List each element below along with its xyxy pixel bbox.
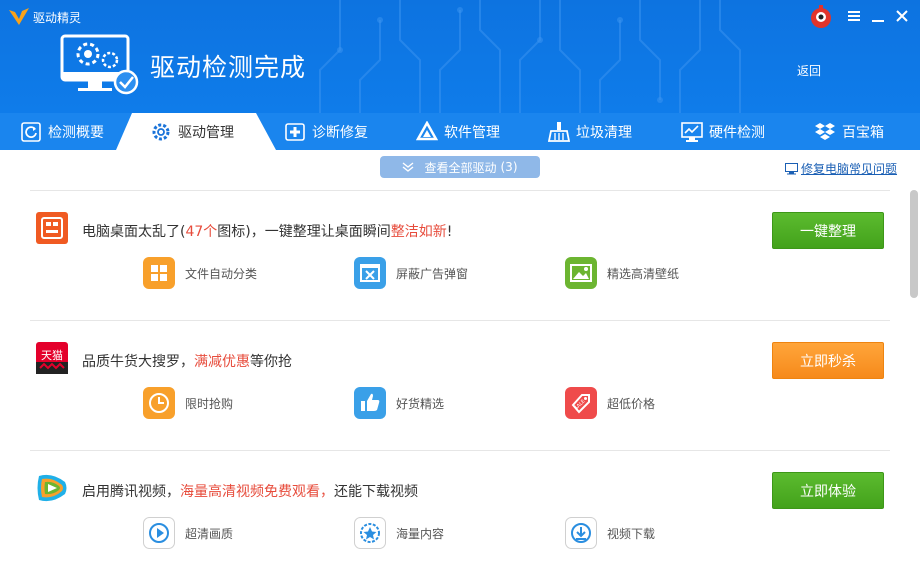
app-logo-icon [9,8,29,25]
minimize-icon[interactable] [870,8,886,24]
grid-icon [143,257,175,289]
promo-text: 品质牛货大搜罗，满减优惠等你抢 [82,351,292,371]
tab-label: 驱动管理 [178,124,234,141]
menu-icon[interactable] [846,8,862,24]
faq-label: 修复电脑常见问题 [801,162,898,176]
feature-label: 文件自动分类 [185,266,258,281]
feature-label: 视频下载 [607,526,656,541]
promo-card-tencent-video: 启用腾讯视频，海量高清视频免费观看，还能下载视频 立即体验 超清画质 海量内容 [30,450,890,580]
gear-icon [152,123,170,140]
feature-label: 屏蔽广告弹窗 [396,266,469,281]
promo-card-tmall: 天猫 品质牛货大搜罗，满减优惠等你抢 立即秒杀 限时抢购 好货精选 SALE 超… [30,320,890,450]
tmall-logo-text: 天猫 [41,349,63,362]
feature-label: 海量内容 [396,526,445,541]
circuit-pattern [319,0,741,113]
promo-text-part: 还能下载视频 [334,484,418,500]
app-name: 驱动精灵 [33,11,82,25]
tmall-logo-icon: 天猫 [36,342,68,374]
view-all-drivers-button[interactable]: 查看全部驱动 (3) [380,156,540,178]
tab-toolbox[interactable]: 百宝箱 [814,113,884,150]
download-icon [565,517,597,549]
desktop-organizer-logo-icon [36,212,68,244]
chevron-down-icon [403,162,414,172]
tab-label: 诊断修复 [312,124,368,141]
flash-sale-button[interactable]: 立即秒杀 [772,342,884,379]
header-banner: 驱动精灵 驱动检测完成 返回 [0,0,920,113]
driver-monitor-icon [60,34,139,95]
promo-highlight: 整洁如新 [390,224,447,240]
monitor-chart-icon [681,121,703,142]
promo-text-part: 图标)，一键整理让桌面瞬间 [217,224,391,240]
feature-label: 限时抢购 [185,396,234,411]
promo-text: 电脑桌面太乱了(47个图标)，一键整理让桌面瞬间整洁如新! [82,221,452,241]
try-now-button[interactable]: 立即体验 [772,472,884,509]
feature-hd-wallpaper[interactable]: 精选高清壁纸 [565,257,679,289]
medical-cross-icon [285,122,305,141]
promo-text-part: 品质牛货大搜罗， [82,354,194,370]
block-popup-icon [354,257,386,289]
tab-diagnose-repair[interactable]: 诊断修复 [284,113,368,150]
feature-block-popups[interactable]: 屏蔽广告弹窗 [354,257,468,289]
sale-tag-icon: SALE [565,387,597,419]
feature-label: 超低价格 [607,396,656,411]
computer-icon [785,162,798,174]
feature-limited-time[interactable]: 限时抢购 [143,387,233,419]
refresh-icon [21,121,41,142]
feature-good-picks[interactable]: 好货精选 [354,387,444,419]
page-title: 驱动检测完成 [150,53,307,82]
back-button[interactable]: 返回 [797,62,821,79]
tab-software-management[interactable]: 软件管理 [416,113,500,150]
vertical-scrollbar[interactable] [910,190,918,298]
promo-text-part: 电脑桌面太乱了( [82,224,186,240]
software-triangle-icon [416,120,438,140]
promo-text-part: 启用腾讯视频， [82,484,180,500]
driver-count: (3) [500,160,518,174]
feature-label: 超清画质 [185,526,234,541]
thumbs-up-icon [354,387,386,419]
feature-video-download[interactable]: 视频下载 [565,517,655,549]
main-content: 查看全部驱动 (3) 修复电脑常见问题 电脑桌面太乱了(47个图标)，一键整理让… [0,150,920,580]
feature-hd-quality[interactable]: 超清画质 [143,517,233,549]
tab-hardware-check[interactable]: 硬件检测 [681,113,765,150]
feature-label: 精选高清壁纸 [607,266,680,281]
promo-highlight: 满减优惠 [194,354,250,370]
feature-file-auto-classify[interactable]: 文件自动分类 [143,257,257,289]
feature-low-price[interactable]: SALE 超低价格 [565,387,655,419]
wallpaper-icon [565,257,597,289]
mascot-icon[interactable] [808,4,834,30]
view-all-label: 查看全部驱动 [424,160,497,175]
fix-common-problems-link[interactable]: 修复电脑常见问题 [785,160,897,177]
tencent-video-logo-icon [37,474,67,502]
dropbox-icon [815,122,835,140]
tab-label: 百宝箱 [842,124,884,141]
icon-count: 47个 [185,224,218,240]
tab-label: 检测概要 [48,124,104,141]
feature-massive-content[interactable]: 海量内容 [354,517,444,549]
promo-highlight: 海量高清视频免费观看， [180,484,334,500]
tab-label: 垃圾清理 [576,124,632,141]
broom-icon [548,121,570,142]
close-icon[interactable] [894,8,910,24]
tab-label: 硬件检测 [709,124,765,141]
star-badge-icon [354,517,386,549]
clock-icon [143,387,175,419]
promo-text-part: 等你抢 [250,354,292,370]
tab-junk-cleanup[interactable]: 垃圾清理 [548,113,632,150]
tab-label: 软件管理 [444,124,500,141]
feature-label: 好货精选 [396,396,445,411]
one-click-organize-button[interactable]: 一键整理 [772,212,884,249]
tab-overview[interactable]: 检测概要 [20,113,104,150]
promo-card-desktop-organizer: 电脑桌面太乱了(47个图标)，一键整理让桌面瞬间整洁如新! 一键整理 文件自动分… [30,190,890,320]
promo-text-part: ! [446,224,453,240]
promo-text: 启用腾讯视频，海量高清视频免费观看，还能下载视频 [82,481,418,501]
play-circle-icon [143,517,175,549]
tab-driver-management[interactable]: 驱动管理 [150,113,234,150]
